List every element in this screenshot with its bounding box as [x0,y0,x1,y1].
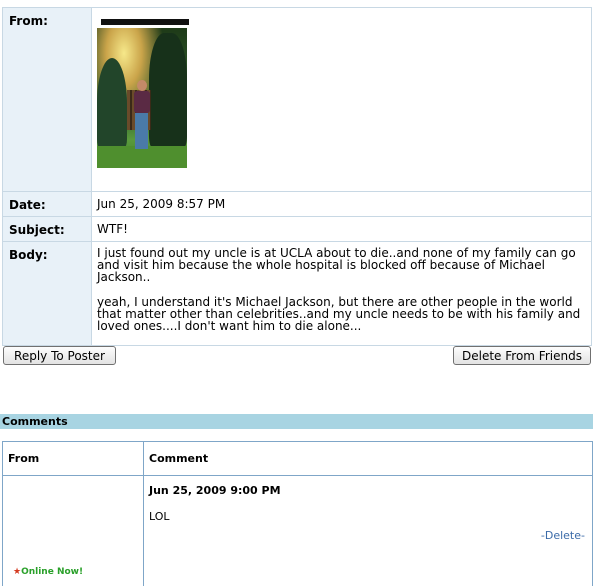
comment-row: Jun 25, 2009 9:00 PM LOL -Delete- [3,476,593,586]
body-label: Body: [3,242,92,346]
date-label: Date: [3,192,92,217]
subject-value: WTF! [92,217,592,242]
body-paragraph: yeah, I understand it's Michael Jackson,… [97,296,589,332]
subject-label: Subject: [3,217,92,242]
comments-table: From Comment Jun 25, 2009 9:00 PM LOL -D… [2,441,593,586]
from-label: From: [3,8,92,192]
body-paragraph: I just found out my uncle is at UCLA abo… [97,247,589,283]
comments-col-comment: Comment [144,442,593,476]
reply-to-poster-button[interactable]: Reply To Poster [3,346,116,365]
comment-body-cell: Jun 25, 2009 9:00 PM LOL -Delete- [144,476,593,586]
delete-from-friends-button[interactable]: Delete From Friends [453,346,591,365]
body-value: I just found out my uncle is at UCLA abo… [92,242,592,346]
comment-delete-link[interactable]: -Delete- [144,529,585,542]
date-value: Jun 25, 2009 8:57 PM [92,192,592,217]
comment-date: Jun 25, 2009 9:00 PM [149,484,592,497]
online-star-icon: ★ [13,567,21,577]
online-now-badge: ★Online Now! [13,567,83,577]
sender-cell [92,8,592,192]
message-details-table: From: Date: Jun 25, 2009 8:57 PM Subject… [2,7,592,346]
redacted-sender-name [101,19,189,25]
comment-text: LOL [149,510,592,523]
comments-section-header: Comments [0,414,593,429]
comments-col-from: From [3,442,144,476]
sender-photo[interactable] [97,28,187,168]
online-now-label: Online Now! [21,567,83,577]
